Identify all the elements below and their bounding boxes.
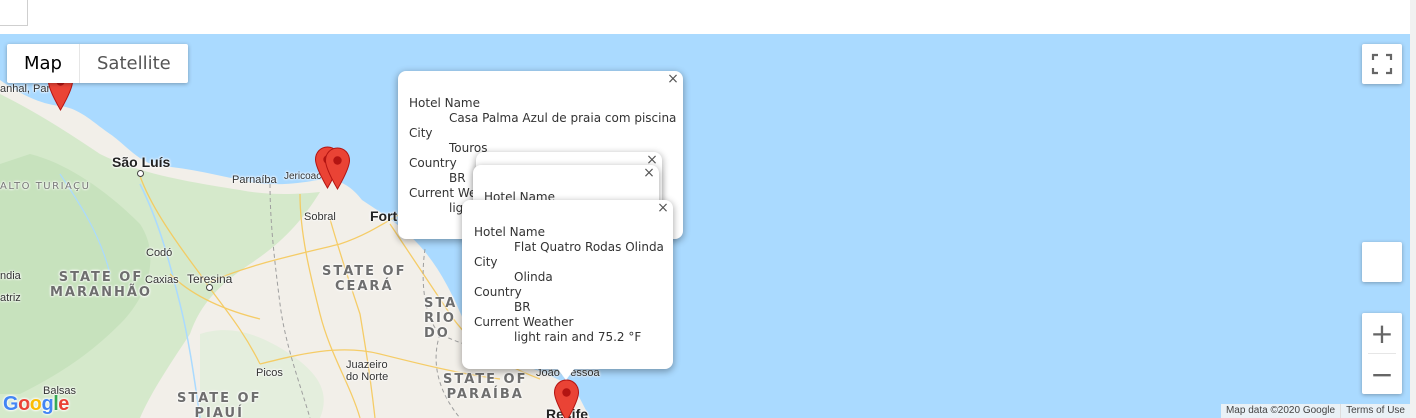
label-state-piaui: STATE OF PIAUÍ [177,391,262,418]
info-window-olinda: × Hotel Name Flat Quatro Rodas Olinda Ci… [462,200,673,369]
field-value: BR [514,300,531,314]
label-codo: Codó [146,247,173,259]
zoom-in-button[interactable]: + [1362,313,1402,353]
label-state-maranhao: STATE OF MARANHÃO [50,270,152,300]
field-value: light rain and 75.2 °F [514,330,642,344]
map-type-control: Map Satellite [7,44,188,83]
map-marker-icon[interactable] [324,147,351,190]
field-label: Current Weather [474,315,574,329]
top-input-box[interactable] [0,0,28,26]
map-canvas[interactable]: anhal, Pará ALTO TURIAÇU São Luís Parnaí… [0,34,1410,418]
city-dot-sao-luis [137,170,144,177]
map-marker-icon[interactable] [553,379,580,418]
label-state-paraiba: STATE OF PARAÍBA [443,372,528,402]
label-state-ceara: STATE OF CEARÁ [322,264,407,294]
city-dot-teresina [206,284,213,291]
close-icon[interactable]: × [642,166,656,180]
terms-of-use-link[interactable]: Terms of Use [1340,404,1410,418]
google-logo[interactable]: Google [3,393,69,416]
label-alto-turiacu: ALTO TURIAÇU [0,181,91,192]
label-fortaleza: Fort [370,208,398,224]
field-value: Casa Palma Azul de praia com piscina [449,111,677,125]
label-atriz: atriz [0,292,21,304]
label-sao-luis: São Luís [112,154,171,170]
zoom-out-button[interactable]: − [1362,354,1402,394]
label-picos: Picos [256,367,283,379]
map-data-credit: Map data ©2020 Google [1220,404,1341,418]
label-india: ndia [0,270,21,282]
field-value: Olinda [514,270,553,284]
field-label: Hotel Name [474,225,546,239]
scrollbar-gutter[interactable] [1410,0,1416,418]
map-type-map-button[interactable]: Map [7,44,79,83]
close-icon[interactable]: × [656,201,670,215]
label-juazeiro: Juazeiro do Norte [346,359,389,383]
page-top-strip [0,0,1410,34]
label-sobral: Sobral [304,211,336,223]
zoom-control: + − [1362,313,1402,394]
field-label: City [474,255,498,269]
map-attribution: Map data ©2020 Google Terms of Use [1220,404,1410,418]
info-window-pointer [557,368,575,380]
pegman-button[interactable] [1362,242,1402,282]
map-type-satellite-button[interactable]: Satellite [79,44,188,83]
label-parnaiba: Parnaíba [232,174,277,186]
field-label: City [409,126,433,140]
fullscreen-icon [1371,53,1393,75]
close-icon[interactable]: × [666,72,680,86]
field-value: Flat Quatro Rodas Olinda [514,240,664,254]
fullscreen-button[interactable] [1362,44,1402,84]
field-label: Hotel Name [409,96,481,110]
field-label: Country [474,285,522,299]
map-basemap [0,80,590,418]
